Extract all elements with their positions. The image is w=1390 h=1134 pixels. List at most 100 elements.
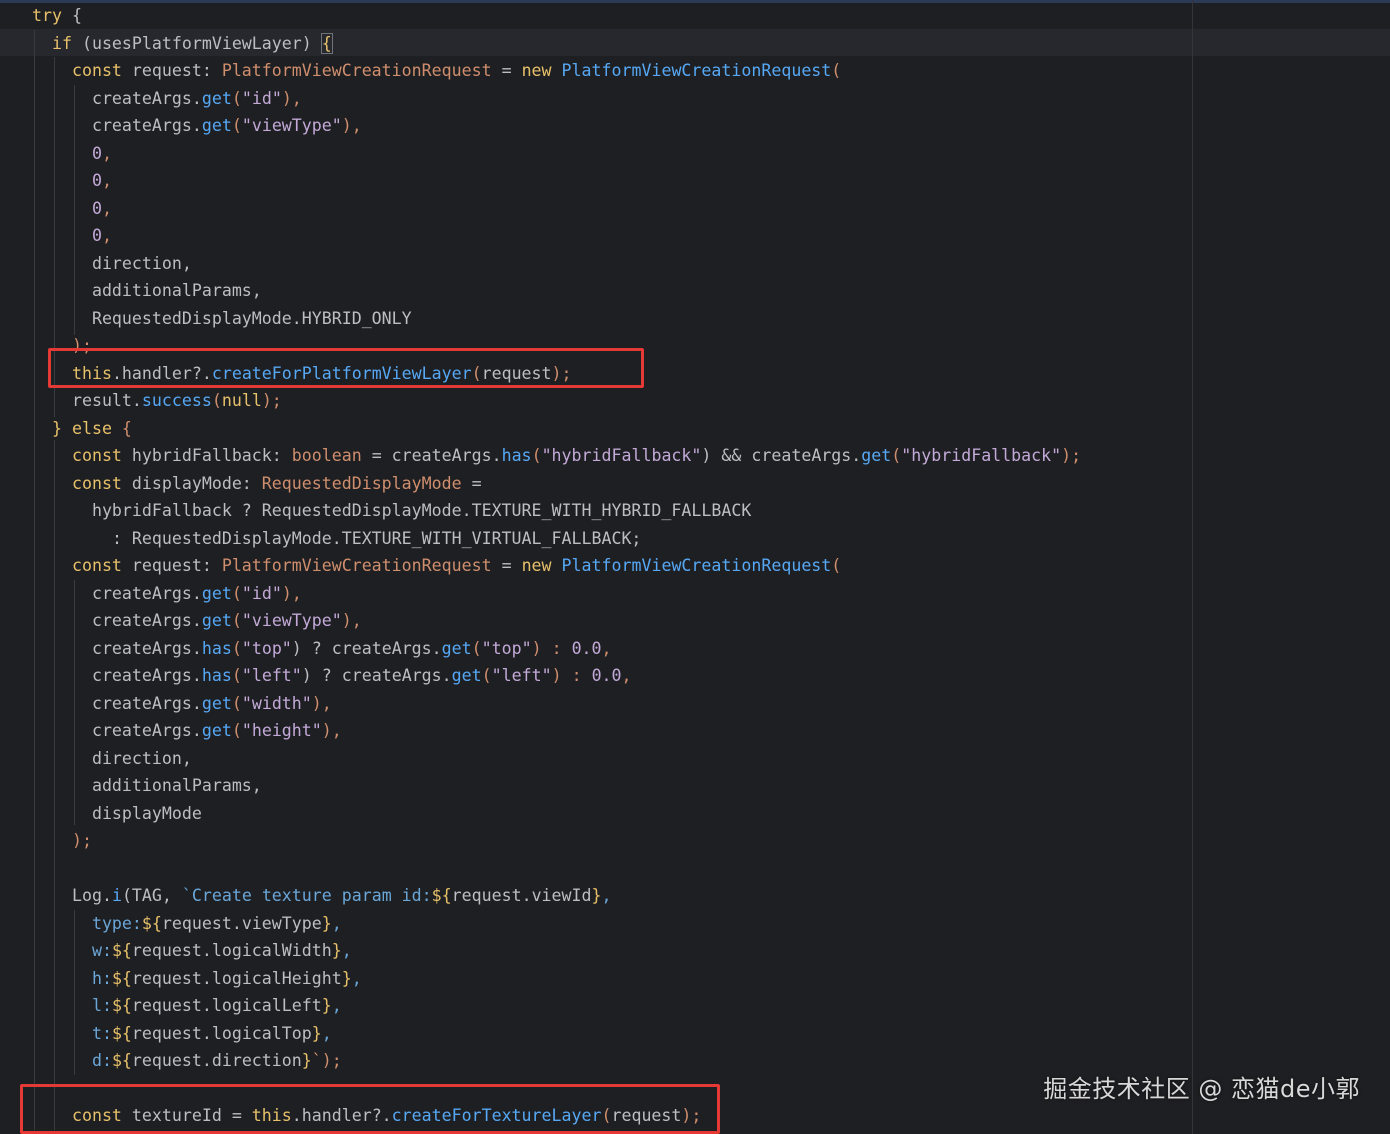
keyword-null: null — [221, 391, 262, 410]
template-string: d: — [91, 1051, 112, 1070]
type-name: boolean — [291, 446, 362, 465]
number-literal: 0.0 — [571, 638, 602, 658]
code-token: direction, — [91, 748, 192, 768]
keyword-if: if — [51, 33, 72, 53]
keyword-else: else — [61, 418, 112, 438]
keyword-const: const — [71, 556, 122, 575]
keyword-new: new — [521, 61, 552, 80]
code-line: l:${request.logicalLeft}, — [32, 992, 1081, 1020]
code-token: createArgs. — [91, 88, 202, 108]
code-line: const request: PlatformViewCreationReque… — [32, 57, 1081, 85]
number-literal: 0 — [91, 171, 102, 190]
template-string: t: — [91, 1023, 112, 1043]
code-token: createArgs. — [91, 611, 202, 630]
highlight-box-texture-layer — [20, 1084, 720, 1134]
template-string: h: — [91, 968, 112, 988]
string-literal: "id" — [241, 88, 282, 108]
method-name: i — [111, 886, 122, 905]
code-token: ) ? createArgs. — [301, 666, 452, 685]
code-token: ( — [831, 61, 842, 80]
method-name: get — [451, 666, 482, 685]
keyword-try: try — [32, 6, 62, 25]
string-literal: "viewType" — [241, 116, 342, 135]
interpolation: } — [321, 913, 332, 933]
interpolation: ${ — [111, 968, 132, 988]
code-token: request.viewId — [451, 886, 592, 905]
keyword-const: const — [71, 446, 122, 465]
code-token: , — [101, 143, 112, 163]
code-token: , — [101, 171, 112, 190]
string-literal: "viewType" — [241, 611, 342, 630]
code-token: : RequestedDisplayMode.TEXTURE_WITH_VIRT… — [111, 528, 642, 548]
class-name: PlatformViewCreationRequest — [561, 61, 832, 80]
code-editor[interactable]: try { if (usesPlatformViewLayer) { const… — [0, 0, 1390, 1134]
code-line: d:${request.direction}`); — [32, 1047, 1081, 1075]
string-literal: "hybridFallback" — [541, 446, 702, 465]
code-token: ) : — [531, 638, 572, 658]
code-token: ) ? createArgs. — [291, 638, 442, 658]
string-literal: "hybridFallback" — [901, 446, 1062, 465]
string-literal: "height" — [241, 721, 322, 740]
keyword-new: new — [521, 556, 552, 575]
code-line: const request: PlatformViewCreationReque… — [32, 552, 1081, 580]
code-token: createArgs. — [91, 583, 202, 603]
code-token: createArgs. — [91, 666, 202, 685]
code-line: createArgs.has("left") ? createArgs.get(… — [32, 662, 1081, 690]
code-line: additionalParams, — [32, 772, 1081, 800]
template-string: `Create texture param id: — [181, 886, 432, 905]
method-name: get — [861, 446, 892, 465]
code-token: request.logicalWidth — [131, 941, 332, 960]
code-line: ); — [32, 827, 1081, 855]
code-token: Log. — [71, 886, 112, 905]
string-literal: "left" — [241, 666, 302, 685]
template-string: , — [341, 941, 352, 960]
code-token: request: — [121, 61, 222, 80]
code-token: createArgs. — [91, 721, 202, 740]
code-line: hybridFallback ? RequestedDisplayMode.TE… — [32, 497, 1081, 525]
template-string: , — [331, 913, 342, 933]
code-line: const hybridFallback: boolean = createAr… — [32, 442, 1081, 470]
code-line: Log.i(TAG, `Create texture param id:${re… — [32, 882, 1081, 910]
method-name: has — [501, 446, 532, 465]
code-token: ( — [531, 446, 542, 465]
string-literal: "id" — [241, 583, 282, 603]
code-token: = — [461, 473, 482, 493]
code-token: ); — [71, 831, 92, 850]
code-token: , — [621, 666, 632, 685]
code-token: direction, — [91, 253, 192, 273]
code-token: hybridFallback ? RequestedDisplayMode.TE… — [91, 501, 752, 520]
interpolation: ${ — [141, 913, 162, 933]
code-token: `); — [311, 1051, 342, 1070]
code-line: createArgs.get("viewType"), — [32, 112, 1081, 140]
code-line: createArgs.get("id"), — [32, 85, 1081, 113]
code-line: displayMode — [32, 800, 1081, 828]
code-line: additionalParams, — [32, 277, 1081, 305]
code-token: request.logicalHeight — [131, 968, 342, 988]
code-token: ( — [891, 446, 902, 465]
keyword-const: const — [71, 61, 122, 80]
code-block[interactable]: try { if (usesPlatformViewLayer) { const… — [32, 2, 1081, 1130]
code-line: : RequestedDisplayMode.TEXTURE_WITH_VIRT… — [32, 525, 1081, 553]
code-token: displayMode — [91, 803, 202, 823]
code-token: createArgs. — [91, 693, 202, 713]
code-token: ); — [261, 391, 282, 410]
interpolation: } — [321, 996, 332, 1015]
code-token: ), — [321, 721, 342, 740]
code-token: ), — [341, 611, 362, 630]
code-token: , — [101, 198, 112, 218]
code-token: displayMode: — [121, 473, 262, 493]
method-name: get — [201, 116, 232, 135]
code-token: ( — [231, 88, 242, 108]
code-token: additionalParams, — [91, 281, 262, 300]
code-line: RequestedDisplayMode.HYBRID_ONLY — [32, 305, 1081, 333]
code-token: createArgs. — [91, 638, 202, 658]
type-name: PlatformViewCreationRequest — [221, 61, 492, 80]
code-token: ( — [231, 638, 242, 658]
code-line: 0, — [32, 140, 1081, 168]
code-line: } else { — [32, 415, 1081, 443]
template-string: , — [351, 968, 362, 988]
template-string: w: — [91, 941, 112, 960]
method-name: get — [201, 583, 232, 603]
